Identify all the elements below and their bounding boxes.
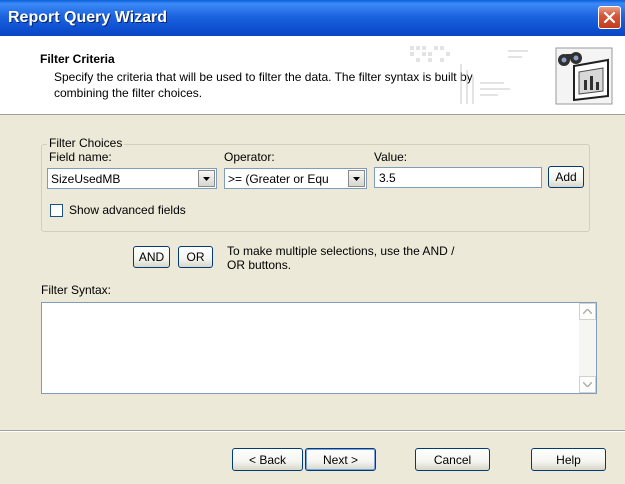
field-name-value: SizeUsedMB [51, 172, 121, 186]
page-title: Filter Criteria [40, 52, 115, 66]
and-button[interactable]: AND [133, 246, 170, 268]
value-input[interactable]: 3.5 [374, 167, 542, 188]
cancel-button[interactable]: Cancel [415, 448, 490, 471]
operator-dropdown[interactable]: >= (Greater or Equ [224, 168, 367, 189]
watermark-graphic [410, 46, 528, 104]
and-or-hint: To make multiple selections, use the AND… [227, 244, 455, 272]
scroll-down-icon [583, 382, 592, 387]
help-button[interactable]: Help [531, 448, 606, 471]
footer-separator [0, 430, 625, 432]
dropdown-arrow-icon[interactable] [198, 170, 215, 187]
dropdown-arrow-icon[interactable] [348, 170, 365, 187]
operator-label: Operator: [224, 150, 275, 164]
back-button[interactable]: < Back [232, 448, 303, 471]
operator-value: >= (Greater or Equ [228, 172, 329, 186]
show-advanced-checkbox[interactable] [50, 204, 63, 217]
window-title: Report Query Wizard [8, 9, 167, 26]
field-name-dropdown[interactable]: SizeUsedMB [47, 168, 217, 189]
close-icon [603, 11, 616, 24]
filter-syntax-label: Filter Syntax: [41, 283, 112, 297]
show-advanced-label: Show advanced fields [69, 203, 186, 217]
value-input-text: 3.5 [379, 171, 396, 185]
vertical-scrollbar[interactable] [579, 303, 596, 393]
close-button[interactable] [598, 6, 621, 29]
wizard-header: Filter Criteria Specify the criteria tha… [0, 36, 625, 115]
field-name-label: Field name: [49, 150, 112, 164]
scroll-up-button[interactable] [579, 303, 596, 320]
add-button[interactable]: Add [548, 166, 584, 188]
scroll-down-button[interactable] [579, 376, 596, 393]
or-button[interactable]: OR [178, 246, 213, 268]
title-bar[interactable]: Report Query Wizard [0, 0, 625, 36]
next-button[interactable]: Next > [305, 448, 376, 471]
filter-syntax-textarea[interactable] [41, 302, 597, 394]
report-query-wizard-window: Report Query Wizard Filter Criteria Spec… [0, 0, 625, 484]
filter-choices-legend: Filter Choices [47, 136, 125, 150]
scroll-up-icon [583, 309, 592, 314]
wizard-binoculars-icon [555, 47, 613, 105]
value-label: Value: [374, 150, 408, 164]
